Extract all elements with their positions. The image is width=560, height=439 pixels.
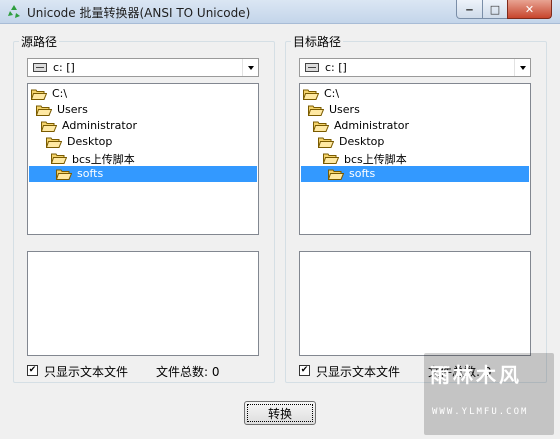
directory-item[interactable]: Users <box>301 102 529 118</box>
folder-open-icon <box>41 121 57 132</box>
source-only-text-label: 只显示文本文件 <box>44 365 129 379</box>
minimize-button[interactable]: ‒ <box>456 0 483 19</box>
folder-open-icon <box>318 137 334 148</box>
folder-open-icon <box>303 89 319 100</box>
target-directory-list[interactable]: C:\ Users Administrator Desktop bcs上传脚本 softs <box>299 83 531 235</box>
drive-icon <box>33 63 47 72</box>
source-drive-select[interactable]: c: [] <box>27 58 259 77</box>
target-file-list[interactable] <box>299 251 531 356</box>
directory-item[interactable]: bcs上传脚本 <box>29 150 257 166</box>
folder-open-icon <box>328 169 344 180</box>
watermark-logo-text: 雨林木风 <box>430 363 522 387</box>
directory-item-label: Users <box>57 103 88 116</box>
folder-open-icon <box>36 105 52 116</box>
directory-item[interactable]: softs <box>29 166 257 182</box>
target-only-text-checkbox[interactable]: ✔ <box>299 365 310 376</box>
source-only-text-files[interactable]: ✔ 只显示文本文件 文件总数: 0 <box>27 363 263 379</box>
directory-item-label: bcs上传脚本 <box>344 153 407 166</box>
source-drive-value: c: [] <box>53 61 75 74</box>
directory-item-label: Desktop <box>339 135 385 148</box>
directory-item-label: softs <box>77 167 104 180</box>
maximize-icon: □ <box>489 2 501 16</box>
close-button[interactable]: ✕ <box>507 0 552 19</box>
folder-open-icon <box>51 153 67 164</box>
directory-item[interactable]: Desktop <box>29 134 257 150</box>
source-path-group: 源路径 c: [] C:\ Users Administrator Desktop bc… <box>13 33 275 383</box>
directory-item[interactable]: C:\ <box>29 86 257 102</box>
directory-item[interactable]: softs <box>301 166 529 182</box>
directory-item-label: Administrator <box>62 119 137 132</box>
directory-item[interactable]: Desktop <box>301 134 529 150</box>
directory-item-label: C:\ <box>52 87 68 100</box>
folder-open-icon <box>308 105 324 116</box>
directory-item-label: Desktop <box>67 135 113 148</box>
directory-item-label: C:\ <box>324 87 340 100</box>
target-only-text-label: 只显示文本文件 <box>316 365 401 379</box>
source-directory-list[interactable]: C:\ Users Administrator Desktop bcs上传脚本 softs <box>27 83 259 235</box>
minimize-icon: ‒ <box>465 2 474 16</box>
source-file-count: 文件总数: 0 <box>156 365 220 379</box>
target-path-label: 目标路径 <box>291 33 344 50</box>
recycle-icon <box>8 5 20 18</box>
source-path-label: 源路径 <box>19 33 60 50</box>
source-file-list[interactable] <box>27 251 259 356</box>
directory-item[interactable]: Administrator <box>29 118 257 134</box>
close-icon: ✕ <box>524 2 535 16</box>
maximize-button[interactable]: □ <box>482 0 508 19</box>
folder-open-icon <box>46 137 62 148</box>
dropdown-arrow-icon[interactable] <box>242 59 258 76</box>
directory-item-label: Users <box>329 103 360 116</box>
directory-item[interactable]: bcs上传脚本 <box>301 150 529 166</box>
convert-button[interactable]: 转换 <box>244 401 316 425</box>
target-drive-value: c: [] <box>325 61 347 74</box>
directory-item-label: Administrator <box>334 119 409 132</box>
folder-open-icon <box>313 121 329 132</box>
folder-open-icon <box>56 169 72 180</box>
directory-item[interactable]: C:\ <box>301 86 529 102</box>
folder-open-icon <box>31 89 47 100</box>
directory-item-label: bcs上传脚本 <box>72 153 135 166</box>
target-drive-select[interactable]: c: [] <box>299 58 531 77</box>
target-path-group: 目标路径 c: [] C:\ Users Administrator Desktop b… <box>285 33 547 383</box>
watermark-url: WWW.YLMFU.COM <box>432 407 529 417</box>
drive-icon <box>305 63 319 72</box>
title-bar: Unicode 批量转换器(ANSI TO Unicode) ‒ □ ✕ <box>0 0 560 24</box>
source-only-text-checkbox[interactable]: ✔ <box>27 365 38 376</box>
folder-open-icon <box>323 153 339 164</box>
directory-item-label: softs <box>349 167 376 180</box>
watermark-logo: 雨林木风 WWW.YLMFU.COM <box>424 353 554 435</box>
dropdown-arrow-icon[interactable] <box>514 59 530 76</box>
directory-item[interactable]: Users <box>29 102 257 118</box>
directory-item[interactable]: Administrator <box>301 118 529 134</box>
window-title: Unicode 批量转换器(ANSI TO Unicode) <box>27 6 251 20</box>
